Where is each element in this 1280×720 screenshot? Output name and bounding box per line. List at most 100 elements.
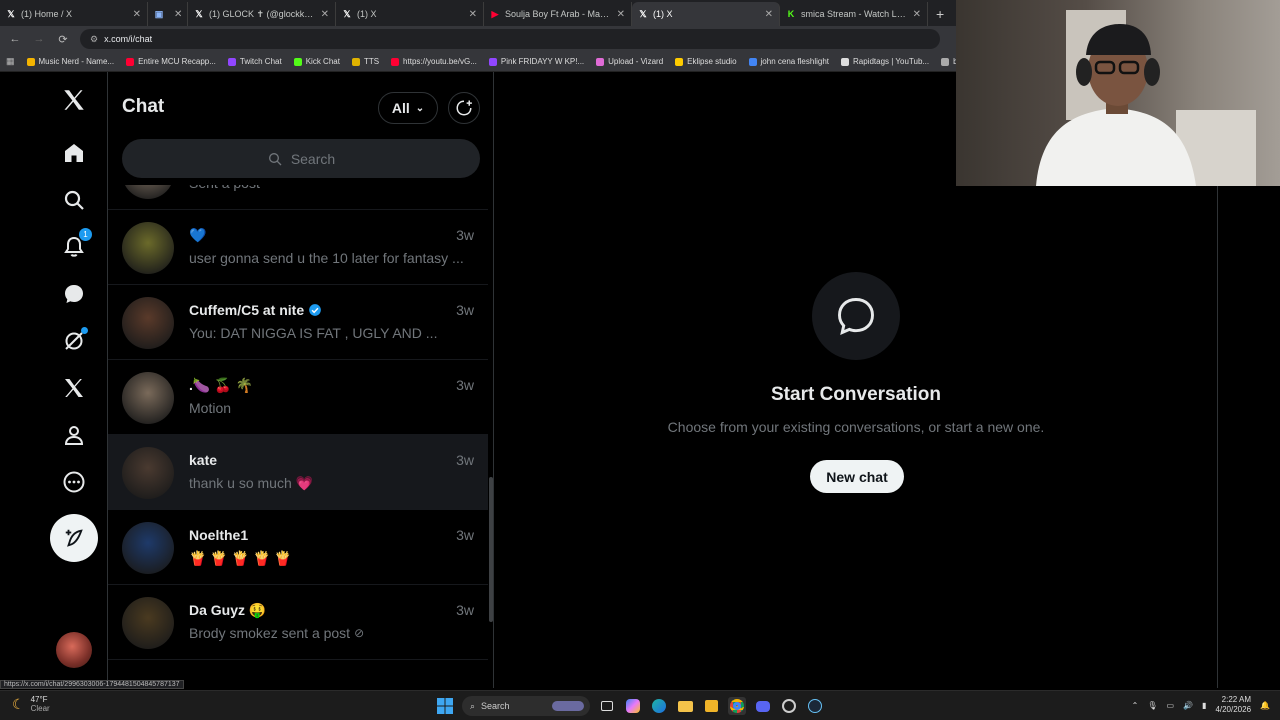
search-highlight-icon	[552, 701, 584, 711]
copilot-icon[interactable]	[624, 697, 642, 715]
bookmark-item[interactable]: john cena fleshlight	[748, 57, 829, 66]
microphone-icon[interactable]: 🎙	[1147, 701, 1157, 710]
bookmark-item[interactable]: Rapidtags | YouTub...	[841, 57, 929, 66]
bookmark-label: Rapidtags | YouTub...	[853, 57, 930, 66]
tab-label: (1) Home / X	[21, 9, 73, 19]
close-tab-icon[interactable]: ✕	[913, 9, 921, 20]
conversation-preview: thank u so much 💗	[189, 475, 314, 491]
compose-post-button[interactable]	[50, 514, 98, 562]
bookmark-item[interactable]: Upload - Vizard	[596, 57, 663, 66]
bookmark-item[interactable]: Twitch Chat	[227, 57, 282, 66]
close-tab-icon[interactable]: ✕	[321, 9, 329, 20]
url-field[interactable]: ⚙ x.com/i/chat	[80, 29, 940, 49]
conversation-item[interactable]: .🍆 🍒 🌴 3w Motion	[108, 360, 488, 435]
media-icon: ▣	[154, 8, 164, 19]
edge-icon[interactable]	[650, 697, 668, 715]
conversation-time: 3w	[456, 602, 474, 618]
windows-start-icon[interactable]	[436, 697, 454, 715]
conversation-name: .🍆 🍒 🌴	[189, 377, 253, 393]
verified-badge-icon	[309, 304, 321, 316]
browser-tab[interactable]: 𝕏 (1) Home / X ✕	[0, 2, 148, 26]
microsoft-store-icon[interactable]	[702, 697, 720, 715]
close-tab-icon[interactable]: ✕	[617, 9, 625, 20]
taskbar-search-label: Search	[481, 701, 510, 711]
conversation-item[interactable]: 💙 3w user gonna send u the 10 later for fa…	[108, 210, 488, 285]
bookmark-label: Kick Chat	[305, 57, 340, 66]
conversation-item[interactable]: Cuffem/C5 at nite 3w You: DAT NIGGA IS FAT…	[108, 285, 488, 360]
conversation-name: kate	[189, 452, 218, 468]
search-icon[interactable]	[60, 186, 88, 214]
more-icon[interactable]	[60, 468, 88, 496]
conversation-avatar	[122, 597, 174, 649]
bookmark-item[interactable]: Pink FRIDAYY W KP!...	[488, 57, 584, 66]
browser-tab[interactable]: 𝕏 (1) X ✕	[632, 2, 780, 26]
browser-tab[interactable]: 𝕏 (1) GLOCK ✝ (@glockk1tty) / X ✕	[188, 2, 336, 26]
volume-icon[interactable]: 🔊	[1183, 701, 1193, 710]
discord-icon[interactable]	[754, 697, 772, 715]
grok-icon[interactable]	[60, 327, 88, 355]
bookmark-item[interactable]: Eklipse studio	[675, 57, 737, 66]
conversation-item[interactable]: Sent a post	[108, 185, 488, 210]
notifications-icon[interactable]: 1	[60, 228, 92, 261]
back-icon[interactable]: ←	[8, 33, 22, 45]
browser-tab[interactable]: ▶ Soulja Boy Ft Arab - Mansion I ✕	[484, 2, 632, 26]
apps-grid-icon[interactable]: ▦	[6, 56, 15, 67]
tray-overflow-icon[interactable]: ⌃	[1132, 701, 1139, 710]
bookmark-item[interactable]: Entire MCU Recapp...	[126, 57, 216, 66]
conversation-name-row: Da Guyz 🤑	[189, 602, 266, 619]
tab-label: Soulja Boy Ft Arab - Mansion I	[505, 9, 612, 19]
bookmark-label: Twitch Chat	[239, 57, 282, 66]
bookmark-icon	[675, 57, 684, 66]
site-info-icon[interactable]: ⚙	[90, 34, 98, 45]
chat-list-panel: Chat All ⌄ Search Sent a post 💙 3w user gon…	[108, 72, 494, 688]
clock-time: 2:22 AM	[1221, 695, 1252, 704]
task-view-icon[interactable]	[598, 697, 616, 715]
browser-tab[interactable]: Ksmica Stream - Watch Live on K ✕	[780, 2, 928, 26]
browser-tab[interactable]: 𝕏 (1) X ✕	[336, 2, 484, 26]
taskbar-search[interactable]: ⌕ Search	[462, 696, 590, 716]
bookmark-icon	[351, 57, 360, 66]
filter-dropdown[interactable]: All ⌄	[378, 92, 438, 124]
notification-bell-icon[interactable]: 🔔	[1260, 701, 1270, 710]
bookmark-item[interactable]: Music Nerd - Name...	[26, 57, 114, 66]
bookmark-item[interactable]: https://youtu.be/vG...	[391, 57, 477, 66]
grok-dot-badge	[81, 327, 88, 334]
obs-icon[interactable]	[780, 697, 798, 715]
close-tab-icon[interactable]: ✕	[174, 9, 182, 20]
bookmark-item[interactable]: TTS	[351, 57, 379, 66]
close-tab-icon[interactable]: ✕	[469, 9, 477, 20]
conversation-name: Cuffem/C5 at nite	[189, 302, 305, 318]
notifications-badge: 1	[79, 228, 92, 241]
close-tab-icon[interactable]: ✕	[765, 9, 773, 20]
weather-widget[interactable]: ☾ 47°F Clear	[12, 695, 50, 713]
network-icon[interactable]: ▭	[1167, 701, 1175, 710]
new-chat-button[interactable]: New chat	[810, 460, 904, 493]
bookmark-icon	[941, 57, 950, 66]
home-icon[interactable]	[60, 139, 88, 167]
steam-icon[interactable]	[806, 697, 824, 715]
battery-icon[interactable]: ▮	[1202, 701, 1206, 710]
browser-tab[interactable]: ▣ ✕	[148, 2, 188, 26]
premium-x-icon[interactable]	[60, 374, 88, 402]
conversation-item[interactable]: kate 3w thank u so much 💗	[108, 435, 488, 510]
clock[interactable]: 2:22 AM 4/20/2026	[1215, 695, 1251, 715]
conversation-preview-row: Brody smokez sent a post ⊘	[189, 625, 364, 641]
conversation-name-row: kate	[189, 452, 217, 468]
bookmark-item[interactable]: Kick Chat	[293, 57, 340, 66]
reload-icon[interactable]: ⟳	[56, 33, 70, 46]
profile-icon[interactable]	[60, 421, 88, 449]
chat-icon[interactable]	[60, 280, 88, 308]
conversation-item[interactable]: Noelthe1 3w 🍟 🍟 🍟 🍟 🍟	[108, 510, 488, 585]
account-avatar[interactable]	[56, 632, 92, 668]
conversation-scrollbar[interactable]	[489, 477, 493, 622]
forward-icon[interactable]: →	[32, 33, 46, 45]
new-message-button[interactable]	[448, 92, 480, 124]
new-tab-button[interactable]: +	[928, 2, 952, 26]
x-logo-icon[interactable]	[60, 86, 88, 114]
chat-search-input[interactable]: Search	[122, 139, 480, 178]
chrome-icon[interactable]	[728, 697, 746, 715]
conversation-item[interactable]: Da Guyz 🤑 3w Brody smokez sent a post ⊘	[108, 585, 488, 660]
close-tab-icon[interactable]: ✕	[133, 9, 141, 20]
file-explorer-icon[interactable]	[676, 697, 694, 715]
clock-date: 4/20/2026	[1215, 705, 1252, 714]
